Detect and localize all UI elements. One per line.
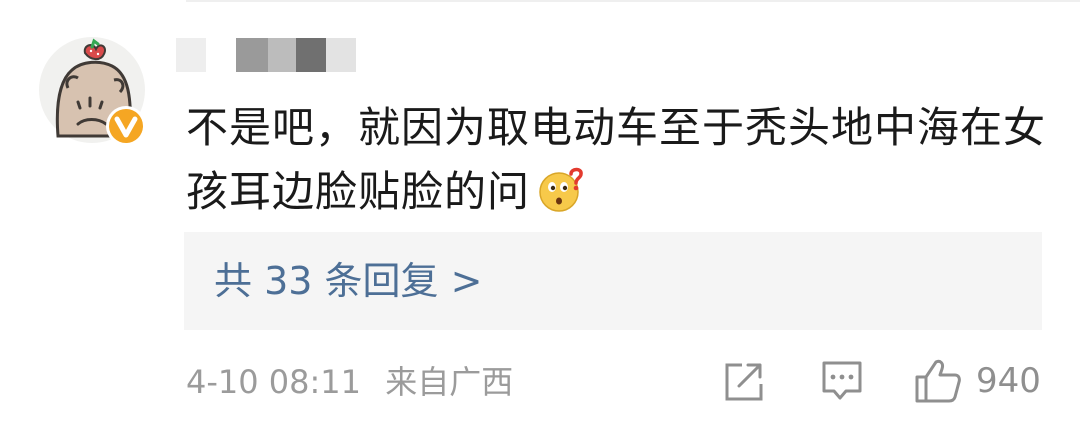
view-replies-link[interactable]: 共 33 条回复 > (214, 256, 482, 306)
like-count: 940 (976, 361, 1041, 401)
obscured-username[interactable] (176, 38, 366, 74)
replies-box[interactable]: 共 33 条回复 > (184, 232, 1042, 330)
redaction-block (326, 38, 356, 72)
share-button[interactable] (722, 358, 766, 404)
redaction-block (236, 38, 268, 72)
timestamp: 4-10 08:11 (186, 363, 362, 401)
redaction-block (176, 38, 206, 72)
thumbs-up-icon (915, 359, 961, 403)
comment-button[interactable] (820, 358, 864, 404)
divider (186, 0, 1080, 2)
like-button[interactable]: 940 (914, 358, 1044, 404)
verified-v-badge-icon (106, 106, 146, 146)
redaction-block (268, 38, 296, 72)
redaction-block (296, 38, 326, 72)
comment-card: 不是吧，就因为取电动车至于秃头地中海在女孩耳边脸贴脸的问 共 33 条回复 > … (0, 0, 1080, 424)
comment-meta: 4-10 08:11 来自广西 (186, 360, 513, 404)
confused-face-question-icon (539, 167, 583, 212)
share-icon (725, 363, 763, 401)
comment-icon (822, 361, 862, 400)
comment-body: 不是吧，就因为取电动车至于秃头地中海在女孩耳边脸贴脸的问 (186, 103, 1047, 216)
comment-text: 不是吧，就因为取电动车至于秃头地中海在女孩耳边脸贴脸的问 (186, 96, 1046, 224)
location: 来自广西 (385, 363, 514, 401)
